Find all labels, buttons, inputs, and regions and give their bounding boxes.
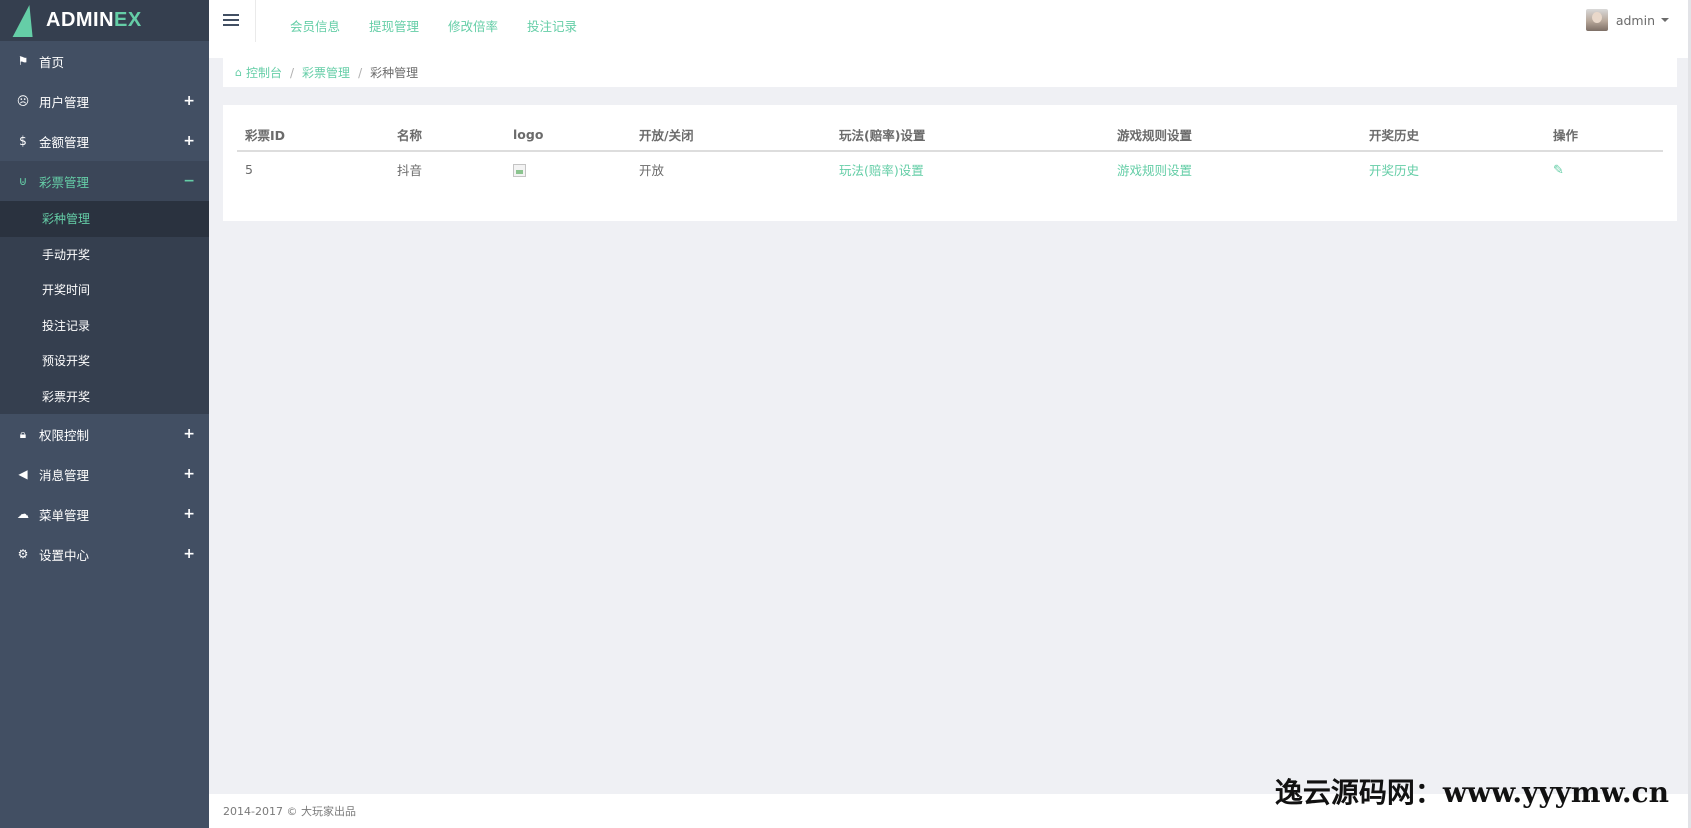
top-link-member-info[interactable]: 会员信息 <box>290 16 340 35</box>
megaphone-icon: ◀ <box>18 467 28 481</box>
sidebar-item-menus[interactable]: ☁ 菜单管理 + <box>0 494 209 534</box>
cell-rules: 游戏规则设置 <box>1109 151 1361 187</box>
odds-settings-link[interactable]: 玩法(赔率)设置 <box>839 163 924 178</box>
cloud-icon: ☁ <box>17 507 29 521</box>
expand-icon: + <box>183 506 195 522</box>
user-menu[interactable]: admin <box>1585 9 1669 31</box>
cell-lottery-name: 抖音 <box>397 163 423 178</box>
flag-icon: ⚑ <box>17 54 29 68</box>
column-header: 玩法(赔率)设置 <box>831 119 1109 152</box>
sidebar-item-user-management[interactable]: ☹ 用户管理 + <box>0 81 209 121</box>
column-header: 操作 <box>1545 119 1663 152</box>
cell-history: 开奖历史 <box>1361 151 1545 187</box>
breadcrumb-parent[interactable]: 彩票管理 <box>302 64 350 81</box>
lottery-table: 彩票ID 名称 logo 开放/关闭 玩法(赔率)设置 游戏规则设置 开奖历史 … <box>237 119 1663 187</box>
breadcrumb-separator: / <box>358 65 363 80</box>
sidebar-item-settings[interactable]: ⚙ 设置中心 + <box>0 534 209 574</box>
column-header: 名称 <box>389 119 505 152</box>
watermark-text: 逸云源码网：www.yyymw.cn <box>1274 776 1669 809</box>
column-header: 彩票ID <box>237 119 389 152</box>
column-header: 开放/关闭 <box>631 119 831 152</box>
breadcrumb: ⌂ 控制台 / 彩票管理 / 彩种管理 <box>223 58 1677 87</box>
cell-logo <box>505 151 631 187</box>
column-header: 游戏规则设置 <box>1109 119 1361 152</box>
sidebar-item-label: 设置中心 <box>39 547 90 563</box>
lock-icon: 🔒︎ <box>19 426 27 441</box>
home-icon: ⌂ <box>235 66 242 79</box>
gear-icon: ⚙ <box>17 547 29 561</box>
sidebar-item-permissions[interactable]: 🔒︎ 权限控制 + <box>0 414 209 454</box>
sidebar-item-label: 消息管理 <box>39 467 90 483</box>
breadcrumb-separator: / <box>290 65 295 80</box>
expand-icon: + <box>183 133 195 149</box>
broken-image-icon <box>513 164 526 177</box>
magnet-icon: ⊍ <box>18 174 28 188</box>
submenu-item-preset-draw[interactable]: 预设开奖 <box>0 343 209 379</box>
column-header: 开奖历史 <box>1361 119 1545 152</box>
expand-icon: + <box>183 93 195 109</box>
column-header: logo <box>505 119 631 152</box>
rules-settings-link[interactable]: 游戏规则设置 <box>1117 163 1192 178</box>
submenu-item-bet-records[interactable]: 投注记录 <box>0 308 209 344</box>
top-link-modify-multiplier[interactable]: 修改倍率 <box>448 16 498 35</box>
breadcrumb-current: 彩种管理 <box>370 66 419 80</box>
top-header: 会员信息 提现管理 修改倍率 投注记录 admin <box>209 0 1691 58</box>
sidebar-item-lottery-management[interactable]: ⊍ 彩票管理 − <box>0 161 209 201</box>
sidebar: ADMINEX ⚑ 首页 ☹ 用户管理 + $ 金额管理 + ⊍ 彩票管理 − … <box>0 0 209 828</box>
sidebar-item-label: 权限控制 <box>39 427 90 443</box>
footer-copyright: 2014-2017 © 大玩家出品 <box>223 805 356 818</box>
user-face-icon: ☹ <box>16 94 30 108</box>
table-row: 5 抖音 开放 玩法(赔率)设置 游戏规则设置 开奖历史 ✎ <box>237 151 1663 187</box>
top-nav-links: 会员信息 提现管理 修改倍率 投注记录 <box>290 16 606 35</box>
logo-mark-icon <box>12 4 40 37</box>
cell-status: 开放 <box>639 163 665 178</box>
chevron-down-icon <box>1661 18 1669 22</box>
expand-icon: + <box>183 466 195 482</box>
sidebar-item-label: 彩票管理 <box>39 174 90 190</box>
logo[interactable]: ADMINEX <box>0 0 209 41</box>
sidebar-item-messages[interactable]: ◀ 消息管理 + <box>0 454 209 494</box>
lottery-submenu: 彩种管理 手动开奖 开奖时间 投注记录 预设开奖 彩票开奖 <box>0 201 209 414</box>
cell-odds: 玩法(赔率)设置 <box>831 151 1109 187</box>
avatar <box>1585 9 1608 31</box>
submenu-item-lottery-types[interactable]: 彩种管理 <box>0 201 209 237</box>
sidebar-item-label: 菜单管理 <box>39 507 90 523</box>
submenu-item-lottery-draw[interactable]: 彩票开奖 <box>0 379 209 415</box>
sidebar-item-amount-management[interactable]: $ 金额管理 + <box>0 121 209 161</box>
sidebar-item-label: 金额管理 <box>39 134 90 150</box>
expand-icon: + <box>183 426 195 442</box>
breadcrumb-home[interactable]: 控制台 <box>246 64 282 81</box>
dollar-icon: $ <box>19 134 27 148</box>
header-divider <box>255 0 256 42</box>
submenu-item-draw-time[interactable]: 开奖时间 <box>0 272 209 308</box>
logo-text: ADMINEX <box>46 9 142 31</box>
hamburger-menu-icon[interactable] <box>223 14 239 28</box>
lottery-table-panel: 彩票ID 名称 logo 开放/关闭 玩法(赔率)设置 游戏规则设置 开奖历史 … <box>223 105 1677 221</box>
collapse-icon: − <box>183 173 195 189</box>
top-link-bet-records[interactable]: 投注记录 <box>527 16 577 35</box>
sidebar-item-home[interactable]: ⚑ 首页 <box>0 41 209 81</box>
top-link-withdrawals[interactable]: 提现管理 <box>369 16 419 35</box>
edit-icon[interactable]: ✎ <box>1553 163 1564 178</box>
sidebar-item-label: 用户管理 <box>39 94 90 110</box>
cell-actions: ✎ <box>1545 151 1663 187</box>
submenu-item-manual-draw[interactable]: 手动开奖 <box>0 237 209 273</box>
expand-icon: + <box>183 546 195 562</box>
cell-lottery-id: 5 <box>245 162 253 177</box>
user-name: admin <box>1615 12 1655 28</box>
table-header-row: 彩票ID 名称 logo 开放/关闭 玩法(赔率)设置 游戏规则设置 开奖历史 … <box>237 119 1663 152</box>
sidebar-item-label: 首页 <box>39 54 65 70</box>
draw-history-link[interactable]: 开奖历史 <box>1369 163 1419 178</box>
